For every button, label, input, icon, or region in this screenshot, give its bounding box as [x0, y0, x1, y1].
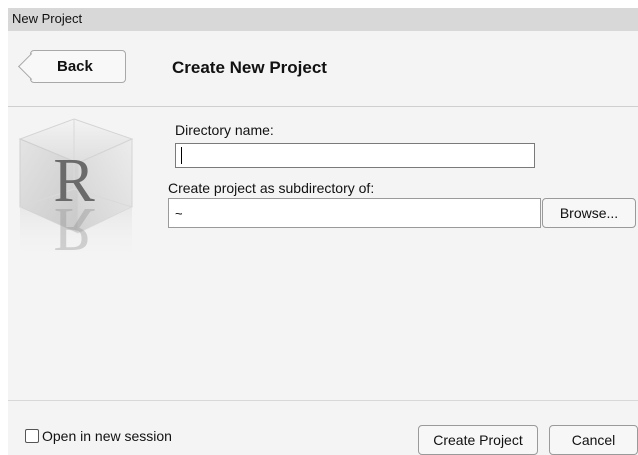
create-project-button[interactable]: Create Project [418, 425, 538, 455]
page-title: Create New Project [172, 58, 327, 77]
open-new-session-label[interactable]: Open in new session [42, 428, 172, 445]
directory-name-input[interactable] [175, 143, 535, 168]
window-title: New Project [12, 11, 83, 26]
subdirectory-label: Create project as subdirectory of: [168, 180, 375, 196]
text-caret [181, 147, 182, 164]
open-new-session-checkbox[interactable] [25, 429, 39, 443]
r-logo-reflection: R [53, 195, 95, 263]
back-button[interactable]: Back [30, 50, 126, 83]
window-titlebar: New Project [8, 8, 638, 31]
cancel-button[interactable]: Cancel [549, 425, 638, 455]
header-divider [8, 106, 638, 107]
new-project-dialog: Back Create New Project R R Directory na… [8, 31, 638, 455]
r-cube-logo: R R [18, 118, 134, 265]
browse-button[interactable]: Browse... [542, 198, 636, 228]
back-button-label: Back [57, 58, 93, 75]
footer-divider [8, 400, 638, 401]
subdirectory-input[interactable] [168, 198, 541, 228]
directory-name-label: Directory name: [175, 122, 274, 138]
